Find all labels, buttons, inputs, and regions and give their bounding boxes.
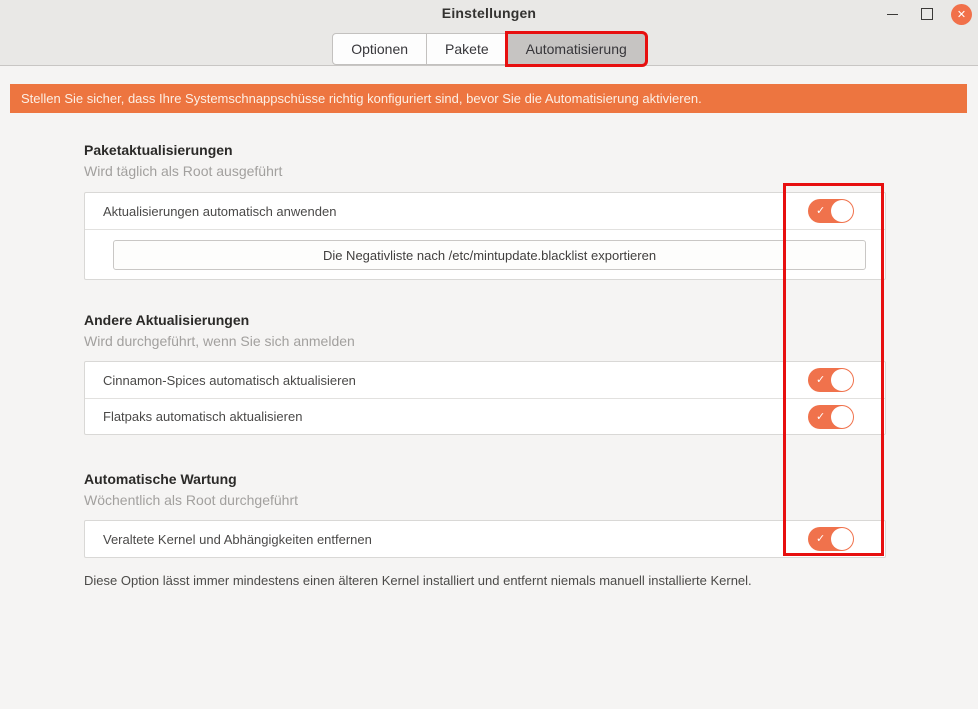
setting-label: Cinnamon-Spices automatisch aktualisiere… bbox=[103, 373, 356, 388]
toggle-cinnamon-spices[interactable]: ✓ bbox=[808, 368, 854, 392]
tab-bar: Optionen Pakete Automatisierung bbox=[0, 33, 978, 65]
table-row: Flatpaks automatisch aktualisieren ✓ bbox=[85, 398, 885, 434]
toggle-knob bbox=[831, 200, 853, 222]
table-row: Veraltete Kernel und Abhängigkeiten entf… bbox=[85, 521, 885, 557]
titlebar: Einstellungen ✕ Optionen Pakete Automati… bbox=[0, 0, 978, 66]
close-button[interactable]: ✕ bbox=[951, 4, 972, 25]
settings-group-paketaktualisierungen: Aktualisierungen automatisch anwenden ✓ … bbox=[84, 192, 886, 280]
section-subtitle: Wöchentlich als Root durchgeführt bbox=[84, 492, 886, 508]
section-subtitle: Wird durchgeführt, wenn Sie sich anmelde… bbox=[84, 333, 886, 349]
check-icon: ✓ bbox=[816, 204, 825, 218]
toggle-remove-old-kernels[interactable]: ✓ bbox=[808, 527, 854, 551]
toggle-knob bbox=[831, 406, 853, 428]
check-icon: ✓ bbox=[816, 373, 825, 387]
tab-pakete[interactable]: Pakete bbox=[426, 33, 508, 65]
section-title-automatische-wartung: Automatische Wartung bbox=[84, 471, 886, 488]
maximize-button[interactable] bbox=[916, 3, 938, 25]
settings-group-automatische-wartung: Veraltete Kernel und Abhängigkeiten entf… bbox=[84, 520, 886, 558]
toggle-auto-updates[interactable]: ✓ bbox=[808, 199, 854, 223]
check-icon: ✓ bbox=[816, 410, 825, 424]
table-row: Cinnamon-Spices automatisch aktualisiere… bbox=[85, 362, 885, 398]
section-subtitle: Wird täglich als Root ausgeführt bbox=[84, 163, 886, 179]
kernel-note: Diese Option lässt immer mindestens eine… bbox=[84, 573, 886, 589]
table-row: Aktualisierungen automatisch anwenden ✓ bbox=[85, 193, 885, 229]
toggle-knob bbox=[831, 369, 853, 391]
minimize-button[interactable] bbox=[881, 3, 903, 25]
minimize-icon bbox=[887, 14, 898, 15]
export-blacklist-button[interactable]: Die Negativliste nach /etc/mintupdate.bl… bbox=[113, 240, 866, 270]
toggle-flatpaks[interactable]: ✓ bbox=[808, 405, 854, 429]
setting-label: Veraltete Kernel und Abhängigkeiten entf… bbox=[103, 532, 372, 547]
settings-content: Paketaktualisierungen Wird täglich als R… bbox=[84, 113, 886, 589]
setting-label: Aktualisierungen automatisch anwenden bbox=[103, 204, 336, 219]
window-controls: ✕ bbox=[881, 3, 972, 25]
warning-banner: Stellen Sie sicher, dass Ihre Systemschn… bbox=[10, 84, 967, 113]
toggle-knob bbox=[831, 528, 853, 550]
window-title: Einstellungen bbox=[0, 5, 978, 21]
maximize-icon bbox=[921, 8, 933, 20]
check-icon: ✓ bbox=[816, 532, 825, 546]
settings-group-andere-aktualisierungen: Cinnamon-Spices automatisch aktualisiere… bbox=[84, 361, 886, 435]
section-title-paketaktualisierungen: Paketaktualisierungen bbox=[84, 142, 886, 159]
tab-optionen[interactable]: Optionen bbox=[332, 33, 427, 65]
tab-automatisierung[interactable]: Automatisierung bbox=[507, 33, 646, 65]
table-row: Die Negativliste nach /etc/mintupdate.bl… bbox=[85, 229, 885, 279]
section-title-andere-aktualisierungen: Andere Aktualisierungen bbox=[84, 312, 886, 329]
close-icon: ✕ bbox=[957, 9, 966, 20]
setting-label: Flatpaks automatisch aktualisieren bbox=[103, 409, 302, 424]
warning-banner-text: Stellen Sie sicher, dass Ihre Systemschn… bbox=[21, 91, 702, 106]
